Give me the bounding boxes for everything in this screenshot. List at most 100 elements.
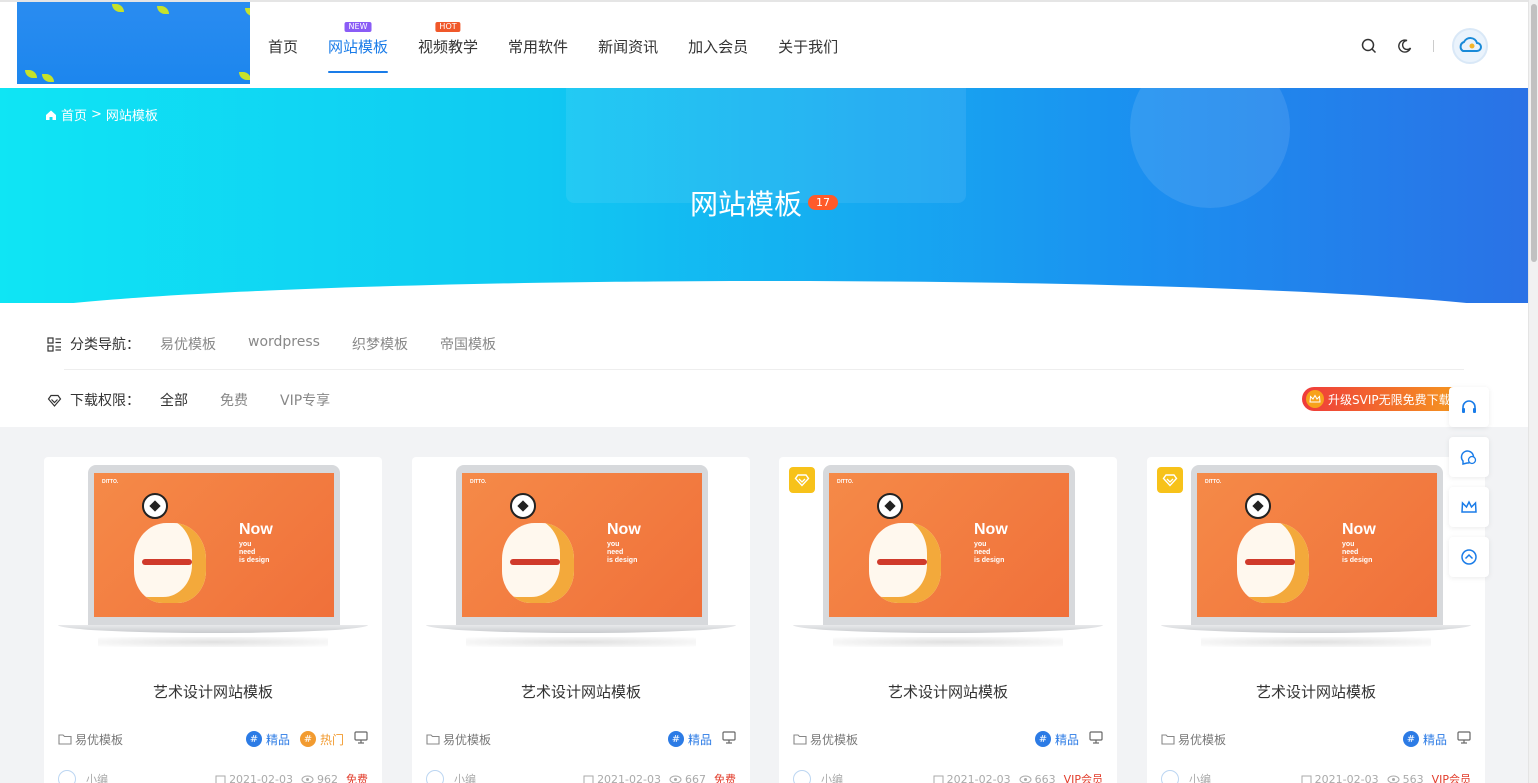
nav-item-label: 加入会员 (688, 38, 749, 56)
card-date-text: 2021-02-03 (597, 772, 661, 783)
card-category[interactable]: 易优模板 (58, 731, 236, 748)
permission-option[interactable]: 全部 (160, 390, 188, 410)
nav-item[interactable]: 常用软件 (508, 2, 568, 90)
permission-option[interactable]: VIP专享 (280, 390, 330, 410)
category-filter-row: 分类导航： 易优模板 wordpress 织梦模板 帝国模板 (47, 334, 528, 354)
nav-item[interactable]: 关于我们 (778, 2, 838, 90)
monitor-icon[interactable] (1457, 731, 1471, 747)
monitor-icon[interactable] (354, 731, 368, 747)
crown-icon[interactable] (1449, 487, 1489, 527)
laptop-mockup: DITTO. Now you need is design (456, 465, 708, 627)
card-date: 2021-02-03 (583, 773, 661, 783)
card-tag[interactable]: # 精品 (1402, 731, 1447, 748)
monitor-icon[interactable] (722, 731, 736, 747)
laptop-shadow (466, 637, 696, 647)
card-title[interactable]: 艺术设计网站模板 (44, 681, 382, 702)
laptop-base (426, 625, 736, 633)
preview-subtext-line: need (239, 549, 256, 556)
laptop-shadow (98, 637, 328, 647)
breadcrumb-home[interactable]: 首页 (61, 105, 87, 124)
side-float-toolbar (1449, 387, 1489, 587)
card-thumbnail[interactable]: DITTO. Now you need is design (1161, 465, 1471, 650)
card-tag[interactable]: # 精品 (667, 731, 712, 748)
calendar-icon (583, 775, 594, 783)
category-option[interactable]: 易优模板 (160, 334, 216, 354)
card-thumbnail[interactable]: DITTO. Now you need is design (426, 465, 736, 650)
soccer-ball-illustration (510, 493, 536, 519)
template-card[interactable]: DITTO. Now you need is design 艺术设计网站模板易优模板 # 精品… (1147, 457, 1485, 783)
card-title[interactable]: 艺术设计网站模板 (1147, 681, 1485, 702)
card-views: 962 (301, 773, 338, 783)
template-preview-screen: DITTO. Now you need is design (462, 473, 702, 617)
card-footer: 小编 2021-02-03 563 VIP会员 (1161, 769, 1471, 783)
back-to-top-icon[interactable] (1449, 537, 1489, 577)
page-title-text: 网站模板 (689, 188, 802, 221)
leaf-decoration (25, 70, 37, 78)
card-thumbnail[interactable]: DITTO. Now you need is design (58, 465, 368, 650)
card-views: 667 (669, 773, 706, 783)
avatar[interactable] (1452, 28, 1488, 64)
preview-subtext-line: need (607, 549, 624, 556)
card-author[interactable]: 小编 (58, 770, 207, 783)
category-filter-label: 分类导航： (47, 334, 140, 354)
card-tag-label: 精品 (687, 732, 712, 747)
breadcrumb-current[interactable]: 网站模板 (106, 105, 158, 124)
card-category[interactable]: 易优模板 (426, 731, 658, 748)
card-thumbnail[interactable]: DITTO. Now you need is design (793, 465, 1103, 650)
card-author-name: 小编 (1189, 773, 1211, 783)
card-author[interactable]: 小编 (426, 770, 575, 783)
card-title[interactable]: 艺术设计网站模板 (779, 681, 1117, 702)
card-tag[interactable]: # 精品 (245, 731, 290, 748)
nav-item[interactable]: 视频教学 HOT (418, 2, 478, 90)
card-author[interactable]: 小编 (793, 770, 925, 783)
card-author[interactable]: 小编 (1161, 770, 1293, 783)
leaf-decoration (245, 8, 250, 16)
main-nav: 首页 网站模板 NEW 视频教学 HOT 常用软件 新闻资讯 加入会员 关于我们 (268, 2, 868, 90)
leaf-decoration (239, 72, 250, 80)
headset-icon[interactable] (1449, 387, 1489, 427)
card-tag[interactable]: # 热门 (299, 731, 344, 748)
permission-options: 全部 免费 VIP专享 (160, 390, 362, 410)
dog-illustration (134, 523, 206, 603)
moon-icon[interactable] (1395, 36, 1415, 56)
card-views-count: 667 (685, 772, 706, 783)
preview-brand: DITTO. (470, 479, 487, 485)
card-date: 2021-02-03 (933, 773, 1011, 783)
nav-item-label: 常用软件 (508, 38, 569, 56)
card-category[interactable]: 易优模板 (1161, 731, 1393, 748)
card-title[interactable]: 艺术设计网站模板 (412, 681, 750, 702)
hash-icon: # (299, 731, 316, 747)
nav-item[interactable]: 网站模板 NEW (328, 2, 389, 90)
search-icon[interactable] (1359, 36, 1379, 56)
template-card[interactable]: DITTO. Now you need is design 艺术设计网站模板易优模板 # 精品… (44, 457, 382, 783)
card-author-name: 小编 (86, 773, 108, 783)
preview-subtext-line: you (607, 541, 620, 548)
nav-item[interactable]: 新闻资讯 (598, 2, 658, 90)
nav-item[interactable]: 加入会员 (688, 2, 748, 90)
template-card[interactable]: DITTO. Now you need is design 艺术设计网站模板易优模板 # 精品… (779, 457, 1117, 783)
laptop-mockup: DITTO. Now you need is design (823, 465, 1075, 627)
chat-icon[interactable] (1449, 437, 1489, 477)
category-option[interactable]: 织梦模板 (352, 334, 408, 354)
site-header: 首页 网站模板 NEW 视频教学 HOT 常用软件 新闻资讯 加入会员 关于我们 (0, 0, 1528, 88)
category-option[interactable]: wordpress (248, 334, 320, 354)
card-tag[interactable]: # 精品 (1034, 731, 1079, 748)
nav-item[interactable]: 首页 (268, 2, 298, 90)
category-option[interactable]: 帝国模板 (440, 334, 496, 354)
monitor-icon[interactable] (1089, 731, 1103, 747)
header-divider (1433, 40, 1434, 52)
site-logo[interactable] (17, 2, 250, 84)
card-category[interactable]: 易优模板 (793, 731, 1025, 748)
permission-option[interactable]: 免费 (220, 390, 248, 410)
card-date: 2021-02-03 (215, 773, 293, 783)
card-views: 563 (1387, 773, 1424, 783)
card-category-label: 易优模板 (75, 732, 124, 747)
scrollbar-thumb[interactable] (1531, 4, 1537, 262)
template-card[interactable]: DITTO. Now you need is design 艺术设计网站模板 易优模板 # 精品… (412, 457, 750, 783)
card-footer: 小编 2021-02-03 962 免费 (58, 769, 368, 783)
preview-headline: Now (607, 521, 641, 538)
calendar-icon (933, 775, 944, 783)
laptop-mockup: DITTO. Now you need is design (88, 465, 340, 627)
card-views: 663 (1019, 773, 1056, 783)
page-scrollbar[interactable] (1528, 0, 1538, 783)
